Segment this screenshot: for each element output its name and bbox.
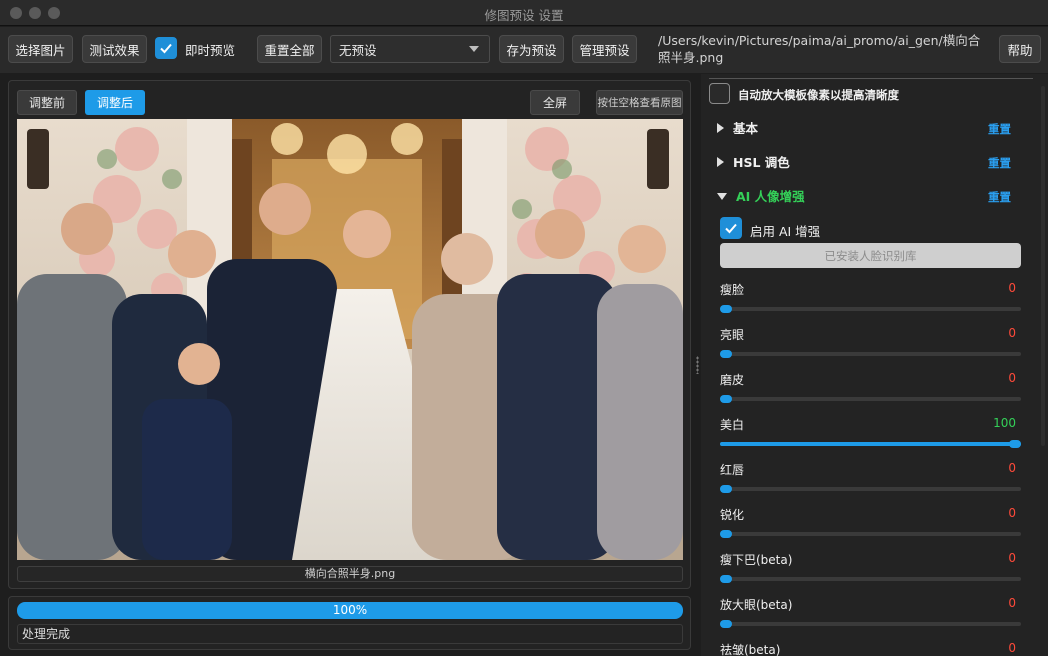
slider-track[interactable] [720, 350, 1021, 358]
slider-label: 祛皱(beta) [720, 643, 781, 656]
chevron-down-icon [469, 46, 479, 52]
slider-handle[interactable] [720, 350, 732, 358]
slider-value: 0 [1008, 641, 1016, 655]
reset-all-button[interactable]: 重置全部 [257, 35, 322, 63]
slider-label: 亮眼 [720, 328, 745, 342]
slider-label: 磨皮 [720, 373, 745, 387]
settings-panel: 自动放大模板像素以提高清晰度 基本 重置 HSL 调色 重置 AI 人像增强 重… [701, 74, 1048, 656]
reset-hsl-link[interactable]: 重置 [988, 155, 1011, 171]
fullscreen-button[interactable]: 全屏 [530, 90, 580, 115]
slider-value: 0 [1008, 551, 1016, 565]
slider-track[interactable] [720, 620, 1021, 628]
slider-value: 0 [1008, 596, 1016, 610]
select-image-button[interactable]: 选择图片 [8, 35, 73, 63]
progress-bar: 100% [17, 602, 683, 619]
checkmark-icon [160, 43, 172, 54]
progress-panel: 100% 处理完成 [8, 596, 691, 650]
slider-fill [720, 442, 1021, 446]
preview-image [17, 119, 683, 560]
divider [709, 78, 1033, 79]
test-effect-button[interactable]: 测试效果 [82, 35, 147, 63]
chevron-right-icon [717, 157, 724, 167]
section-basic[interactable]: 基本 [717, 118, 758, 136]
slider-handle[interactable] [1009, 440, 1021, 448]
tab-after[interactable]: 调整后 [85, 90, 145, 115]
progress-percent: 100% [332, 603, 368, 617]
slider-value: 0 [1008, 281, 1016, 295]
section-label: 基本 [733, 121, 759, 136]
reset-basic-link[interactable]: 重置 [988, 121, 1011, 137]
wedding-photo [17, 119, 683, 560]
section-label: HSL 调色 [733, 155, 790, 170]
file-path: /Users/kevin/Pictures/paima/ai_promo/ai_… [658, 33, 981, 65]
settings-scrollbar[interactable] [1041, 86, 1045, 446]
section-hsl[interactable]: HSL 调色 [717, 152, 790, 170]
live-preview-label: 即时预览 [185, 43, 236, 58]
enable-ai-label: 启用 AI 增强 [750, 224, 821, 239]
section-ai-portrait[interactable]: AI 人像增强 [717, 186, 805, 204]
slider-track[interactable] [720, 530, 1021, 538]
slider-value: 0 [1008, 371, 1016, 385]
slider-label: 红唇 [720, 463, 745, 477]
checkmark-icon [725, 223, 737, 234]
slider-value: 0 [1008, 326, 1016, 340]
slider-track[interactable] [720, 485, 1021, 493]
tab-before[interactable]: 调整前 [17, 90, 77, 115]
auto-upscale-label: 自动放大模板像素以提高清晰度 [738, 88, 899, 102]
live-preview-checkbox[interactable] [155, 37, 177, 59]
slider-handle[interactable] [720, 575, 732, 583]
panel-splitter-handle[interactable] [696, 356, 699, 374]
slider-handle[interactable] [720, 305, 732, 313]
chevron-down-icon [717, 193, 727, 200]
title-bar: 修图预设 设置 [0, 0, 1048, 26]
slider-handle[interactable] [720, 620, 732, 628]
slider-value: 100 [993, 416, 1016, 430]
reset-ai-link[interactable]: 重置 [988, 189, 1011, 205]
slider-track[interactable] [720, 395, 1021, 403]
slider-track[interactable] [720, 575, 1021, 583]
filename-label: 横向合照半身.png [17, 566, 683, 582]
slider-label: 锐化 [720, 508, 745, 522]
section-label: AI 人像增强 [736, 189, 805, 204]
chevron-right-icon [717, 123, 724, 133]
slider-label: 瘦脸 [720, 283, 745, 297]
auto-upscale-checkbox[interactable] [709, 83, 730, 104]
slider-label: 放大眼(beta) [720, 598, 793, 612]
toolbar: 选择图片 测试效果 即时预览 重置全部 无预设 存为预设 管理预设 /Users… [0, 27, 1048, 73]
slider-value: 0 [1008, 506, 1016, 520]
help-button[interactable]: 帮助 [999, 35, 1041, 63]
status-text: 处理完成 [17, 624, 683, 644]
face-library-button[interactable]: 已安装人脸识别库 [720, 243, 1021, 268]
slider-handle[interactable] [720, 485, 732, 493]
hold-space-hint: 按住空格查看原图 [596, 90, 683, 115]
slider-track[interactable] [720, 440, 1021, 448]
preset-select[interactable]: 无预设 [330, 35, 490, 63]
slider-track[interactable] [720, 305, 1021, 313]
slider-value: 0 [1008, 461, 1016, 475]
slider-handle[interactable] [720, 395, 732, 403]
preset-select-value: 无预设 [339, 42, 377, 58]
preview-panel: 调整前 调整后 全屏 按住空格查看原图 横向合照半身.png [8, 80, 691, 589]
slider-handle[interactable] [720, 530, 732, 538]
window-title: 修图预设 设置 [484, 8, 564, 23]
manage-preset-button[interactable]: 管理预设 [572, 35, 637, 63]
save-preset-button[interactable]: 存为预设 [499, 35, 564, 63]
slider-label: 瘦下巴(beta) [720, 553, 793, 567]
slider-label: 美白 [720, 418, 745, 432]
enable-ai-checkbox[interactable] [720, 217, 742, 239]
